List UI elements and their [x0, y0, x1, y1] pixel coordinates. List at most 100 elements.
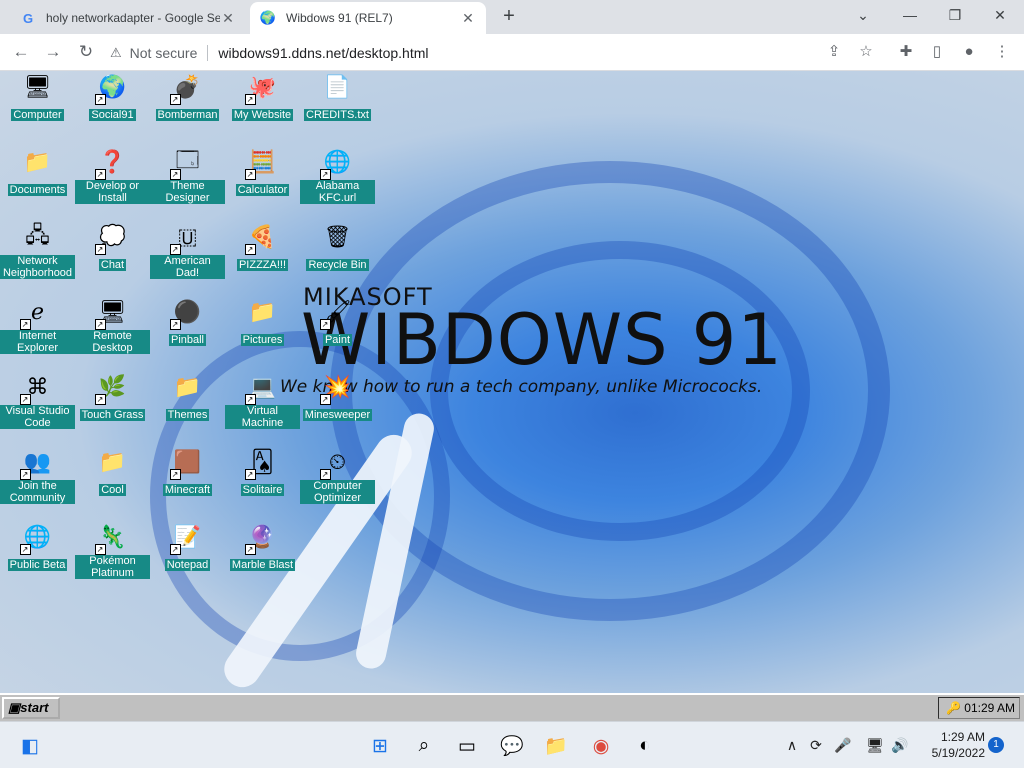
volume-icon[interactable]: 🔊 — [891, 736, 909, 754]
url-text[interactable]: wibdows91.ddns.net/desktop.html — [218, 45, 428, 61]
desktop-icon-label: Remote Desktop — [75, 330, 150, 354]
close-tab-icon[interactable]: ✕ — [460, 10, 476, 27]
desktop-icon[interactable]: 🔮 ↗ Marble Blast — [225, 521, 300, 573]
desktop-icon[interactable]: 📄 CREDITS.txt — [300, 71, 375, 123]
virtual-machine-icon: 💻 ↗ — [244, 371, 279, 405]
shortcut-arrow-icon: ↗ — [319, 169, 331, 180]
notification-badge[interactable]: 1 — [988, 737, 1004, 753]
shortcut-arrow-icon: ↗ — [244, 169, 256, 180]
desktop-icon[interactable]: ⚫ ↗ Pinball — [150, 296, 225, 348]
desktop-icon[interactable]: 📝 ↗ Notepad — [150, 521, 225, 573]
new-tab-button[interactable]: + — [498, 6, 520, 28]
desktop-icon[interactable]: 💥 ↗ Minesweeper — [300, 371, 375, 423]
bookmark-star-icon[interactable]: ☆ — [855, 41, 877, 63]
tab-wibdows[interactable]: 🌍 Wibdows 91 (REL7) ✕ — [250, 2, 486, 34]
shortcut-arrow-icon: ↗ — [169, 169, 181, 180]
share-icon[interactable]: ⇪ — [823, 41, 845, 63]
desktop-icon[interactable]: 🧮 ↗ Calculator — [225, 146, 300, 198]
desktop-icon[interactable]: 📁 Cool — [75, 446, 150, 498]
desktop-icon[interactable]: 🐙 ↗ My Website — [225, 71, 300, 123]
desktop-icon[interactable]: 🖌 ↗ Paint — [300, 296, 375, 348]
back-button[interactable]: ← — [9, 40, 33, 64]
win91-tray[interactable]: 🔑 01:29 AM — [938, 697, 1020, 719]
desktop-icon[interactable]: 💻 ↗ Virtual Machine — [225, 371, 300, 431]
desktop-icon[interactable]: 🗔 ↗ Theme Designer — [150, 146, 225, 206]
minimize-button[interactable]: — — [890, 4, 930, 28]
desktop-icon[interactable]: ❓ ↗ Develop or Install — [75, 146, 150, 206]
obs-icon[interactable]: ◐ — [632, 733, 658, 759]
notepad-icon: 📝 ↗ — [169, 521, 204, 555]
shortcut-arrow-icon: ↗ — [19, 544, 31, 555]
shortcut-arrow-icon: ↗ — [319, 394, 331, 405]
desktop-icon[interactable]: 🂡 ↗ Solitaire — [225, 446, 300, 498]
security-label[interactable]: Not secure — [130, 45, 198, 61]
desktop-icon[interactable]: 💣 ↗ Bomberman — [150, 71, 225, 123]
desktop-icon[interactable]: 👥 ↗ Join the Community — [0, 446, 75, 506]
desktop-icon[interactable]: ℯ ↗ Internet Explorer — [0, 296, 75, 356]
microphone-icon[interactable]: 🎤 — [834, 736, 852, 754]
search-icon[interactable]: ⌕ — [411, 733, 437, 759]
start-button[interactable]: ▣start — [2, 697, 60, 719]
warning-icon[interactable]: ⚠ — [110, 45, 122, 61]
desktop-icon[interactable]: 🟫 ↗ Minecraft — [150, 446, 225, 498]
shortcut-arrow-icon: ↗ — [94, 544, 106, 555]
desktop-icon[interactable]: 🇺 ↗ American Dad! — [150, 221, 225, 281]
folder-icon: 📁 — [23, 149, 52, 174]
close-window-button[interactable]: ✕ — [980, 4, 1020, 28]
remote-desktop-icon: 🖥 ↗ — [94, 296, 129, 330]
task-view-icon[interactable]: ▭ — [454, 733, 480, 759]
side-panel-icon[interactable]: ▯ — [926, 41, 948, 63]
desktop-icon[interactable]: 🌿 ↗ Touch Grass — [75, 371, 150, 423]
file-explorer-icon[interactable]: 📁 — [543, 733, 569, 759]
clock-date: 5/19/2022 — [931, 746, 985, 760]
desktop-icon[interactable]: 🦎 ↗ Pokémon Platinum — [75, 521, 150, 581]
chrome-icon[interactable]: ◉ — [588, 733, 614, 759]
desktop-icon-label: Marble Blast — [229, 559, 296, 571]
desktop-icon[interactable]: ⌘ ↗ Visual Studio Code — [0, 371, 75, 431]
desktop-icon[interactable]: 🖥 Computer — [0, 71, 75, 123]
shortcut-arrow-icon: ↗ — [244, 244, 256, 255]
forward-button[interactable]: → — [41, 40, 65, 64]
desktop-icon-label: Recycle Bin — [306, 259, 369, 271]
chevron-up-icon[interactable]: ∧ — [783, 736, 801, 754]
desktop-icon[interactable]: 🌐 ↗ Alabama KFC.url — [300, 146, 375, 206]
github-icon: 🐙 ↗ — [244, 71, 279, 105]
desktop-icon[interactable]: 📁 Pictures — [225, 296, 300, 348]
tab-google-search[interactable]: G holy networkadapter - Google Se ✕ — [10, 2, 246, 34]
desktop-icon[interactable]: ⏲ ↗ Computer Optimizer — [300, 446, 375, 506]
desktop-icon[interactable]: 🗑 Recycle Bin — [300, 221, 375, 273]
sync-icon[interactable]: ⟳ — [807, 736, 825, 754]
widgets-icon[interactable]: ◧ — [17, 733, 43, 759]
desktop-icon[interactable]: 🍕 ↗ PIZZZA!!! — [225, 221, 300, 273]
divider — [207, 44, 209, 61]
desktop-icon[interactable]: 📁 Themes — [150, 371, 225, 423]
shortcut-arrow-icon: ↗ — [169, 244, 181, 255]
menu-kebab-icon[interactable]: ⋮ — [991, 41, 1013, 63]
reload-button[interactable]: ↻ — [74, 40, 98, 64]
network-icon[interactable]: 🖥 — [866, 736, 884, 754]
profile-avatar-icon[interactable]: ● — [958, 41, 980, 63]
desktop[interactable]: MIKASOFT WIBDOWS 91 We know how to run a… — [0, 71, 1024, 693]
tab-search-icon[interactable]: ⌄ — [843, 4, 883, 28]
desktop-icon-label: Bomberman — [155, 109, 220, 121]
desktop-icon[interactable]: 🖥 ↗ Remote Desktop — [75, 296, 150, 356]
marble-icon: 🔮 ↗ — [244, 521, 279, 555]
desktop-icon[interactable]: 🖧 Network Neighborhood — [0, 221, 75, 281]
gauge-icon: ⏲ ↗ — [319, 446, 354, 480]
desktop-icon[interactable]: 🌐 ↗ Public Beta — [0, 521, 75, 573]
desktop-icon[interactable]: 💭 ↗ Chat — [75, 221, 150, 273]
chat-bubble-icon: 💭 ↗ — [94, 221, 129, 255]
desktop-icon[interactable]: 📁 Documents — [0, 146, 75, 198]
restore-button[interactable]: ❐ — [935, 4, 975, 28]
shortcut-arrow-icon: ↗ — [94, 244, 106, 255]
desktop-icon[interactable]: 🌍 ↗ Social91 — [75, 71, 150, 123]
close-tab-icon[interactable]: ✕ — [220, 10, 236, 27]
address-bar[interactable]: ⚠ Not secure wibdows91.ddns.net/desktop.… — [110, 39, 880, 66]
paint-icon: 🖌 ↗ — [319, 296, 354, 330]
windows-start-icon[interactable]: ⊞ — [367, 733, 393, 759]
desktop-icon-label: Pinball — [168, 334, 207, 346]
extensions-icon[interactable]: ✚ — [895, 41, 917, 63]
teams-chat-icon[interactable]: 💬 — [499, 733, 525, 759]
system-clock[interactable]: 1:29 AM 5/19/2022 — [915, 729, 985, 761]
desktop-icon-label: Minesweeper — [302, 409, 373, 421]
